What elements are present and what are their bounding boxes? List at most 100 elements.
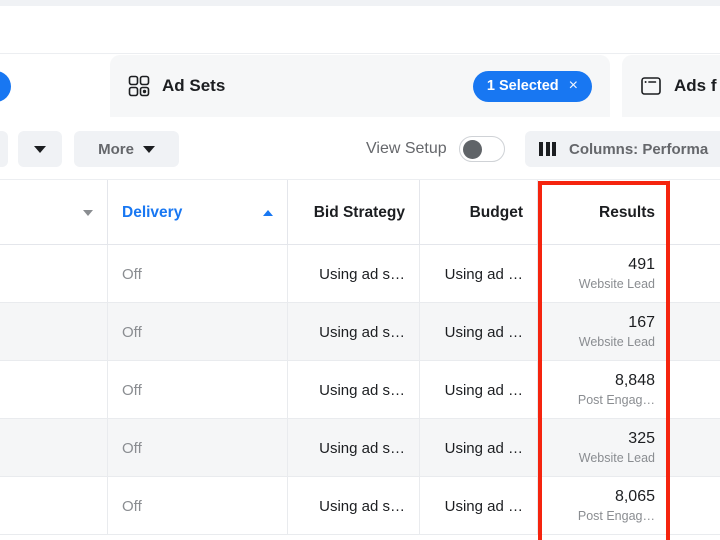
- tab-adsets-selected-pill[interactable]: 1 Selected ×: [473, 71, 592, 102]
- view-setup-control[interactable]: View Setup: [366, 131, 505, 167]
- cell-leading[interactable]: [0, 419, 108, 477]
- close-icon[interactable]: ×: [569, 78, 578, 94]
- delivery-status: Off: [122, 324, 142, 341]
- cell-delivery: Off: [108, 419, 288, 477]
- column-header-results-label: Results: [599, 204, 655, 222]
- cell-bid-strategy: Using ad s…: [288, 303, 420, 361]
- tab-ads-label: Ads f: [674, 76, 717, 96]
- tab-campaigns-selected-pill[interactable]: lected ×: [0, 71, 11, 102]
- cell-results: 8,065 Post Engag…: [538, 477, 670, 535]
- columns-button[interactable]: Columns: Performa: [525, 131, 720, 167]
- column-header-bid-strategy[interactable]: Bid Strategy: [288, 180, 420, 245]
- app-root: lected × Ad Sets 1 Selected ×: [0, 0, 720, 540]
- columns-button-label: Columns: Performa: [569, 141, 708, 158]
- delivery-status: Off: [122, 440, 142, 457]
- cell-budget: Using ad …: [420, 303, 538, 361]
- budget-value: Using ad …: [445, 440, 523, 457]
- tab-adsets-label: Ad Sets: [162, 76, 225, 96]
- cell-budget: Using ad …: [420, 245, 538, 303]
- cell-trailing: [670, 477, 720, 535]
- cell-budget: Using ad …: [420, 419, 538, 477]
- results-value: 8,848: [615, 372, 655, 390]
- cell-delivery: Off: [108, 361, 288, 419]
- budget-value: Using ad …: [445, 266, 523, 283]
- cell-bid-strategy: Using ad s…: [288, 245, 420, 303]
- entity-tab-strip: lected × Ad Sets 1 Selected ×: [0, 55, 720, 117]
- results-type: Website Lead: [579, 452, 655, 466]
- cell-trailing: 1: [670, 245, 720, 303]
- tab-adsets-pill-label: 1 Selected: [487, 78, 559, 94]
- results-value: 491: [628, 256, 655, 274]
- cell-budget: Using ad …: [420, 361, 538, 419]
- results-type: Post Engag…: [578, 394, 655, 408]
- tab-adsets[interactable]: Ad Sets 1 Selected ×: [110, 55, 610, 117]
- delivery-status: Off: [122, 498, 142, 515]
- budget-value: Using ad …: [445, 382, 523, 399]
- bid-strategy-value: Using ad s…: [319, 382, 405, 399]
- column-header-delivery[interactable]: Delivery: [108, 180, 288, 245]
- table-toolbar: More View Setup Columns: Performa: [0, 117, 720, 180]
- chevron-down-icon[interactable]: [83, 210, 93, 216]
- window-icon: [640, 75, 662, 97]
- table-row[interactable]: Off Using ad s… Using ad … 8,848 Post Engag…: [0, 361, 720, 419]
- cell-results: 167 Website Lead: [538, 303, 670, 361]
- cell-trailing: [670, 303, 720, 361]
- grid-icon: [128, 75, 150, 97]
- columns-icon: [539, 142, 556, 156]
- table-row[interactable]: Off Using ad s… Using ad … 167 Website Lead: [0, 303, 720, 361]
- bid-strategy-value: Using ad s…: [319, 266, 405, 283]
- cell-results: 491 Website Lead: [538, 245, 670, 303]
- cell-leading[interactable]: [0, 477, 108, 535]
- cell-delivery: Off: [108, 477, 288, 535]
- column-header-trailing[interactable]: [670, 180, 720, 245]
- cell-results: 325 Website Lead: [538, 419, 670, 477]
- cell-bid-strategy: Using ad s…: [288, 419, 420, 477]
- results-type: Website Lead: [579, 336, 655, 350]
- more-button[interactable]: More: [74, 131, 179, 167]
- cell-trailing: [670, 361, 720, 419]
- chevron-down-icon: [34, 146, 46, 153]
- column-header-leading[interactable]: [0, 180, 108, 245]
- sort-ascending-icon: [263, 210, 273, 216]
- cell-results: 8,848 Post Engag…: [538, 361, 670, 419]
- delivery-status: Off: [122, 382, 142, 399]
- column-header-bid-strategy-label: Bid Strategy: [314, 204, 405, 222]
- cell-leading[interactable]: [0, 303, 108, 361]
- cell-bid-strategy: Using ad s…: [288, 361, 420, 419]
- column-header-results[interactable]: Results: [538, 180, 670, 245]
- toolbar-partial-button[interactable]: [0, 131, 8, 167]
- row-divider: [0, 534, 720, 535]
- cell-leading[interactable]: [0, 245, 108, 303]
- cell-leading[interactable]: [0, 361, 108, 419]
- toolbar-dropdown-button[interactable]: [18, 131, 62, 167]
- toggle-knob: [463, 140, 482, 159]
- cell-delivery: Off: [108, 303, 288, 361]
- results-type: Post Engag…: [578, 510, 655, 524]
- bid-strategy-value: Using ad s…: [319, 498, 405, 515]
- tab-ads[interactable]: Ads f: [622, 55, 720, 117]
- cell-delivery: Off: [108, 245, 288, 303]
- data-table: Delivery Bid Strategy Budget Results Off…: [0, 180, 720, 540]
- table-row[interactable]: Off Using ad s… Using ad … 8,065 Post Engag…: [0, 477, 720, 535]
- cell-budget: Using ad …: [420, 477, 538, 535]
- table-row[interactable]: Off Using ad s… Using ad … 325 Website Lead 1: [0, 419, 720, 477]
- cell-trailing: 1: [670, 419, 720, 477]
- results-value: 167: [628, 314, 655, 332]
- delivery-status: Off: [122, 266, 142, 283]
- results-value: 325: [628, 430, 655, 448]
- view-setup-label: View Setup: [366, 140, 447, 158]
- view-setup-toggle[interactable]: [459, 136, 505, 162]
- column-header-delivery-label: Delivery: [122, 204, 182, 222]
- bid-strategy-value: Using ad s…: [319, 324, 405, 341]
- results-type: Website Lead: [579, 278, 655, 292]
- column-header-budget[interactable]: Budget: [420, 180, 538, 245]
- page-header-blank: [0, 6, 720, 54]
- bid-strategy-value: Using ad s…: [319, 440, 405, 457]
- cell-bid-strategy: Using ad s…: [288, 477, 420, 535]
- column-header-budget-label: Budget: [470, 204, 523, 222]
- table-row[interactable]: Off Using ad s… Using ad … 491 Website Lead 1: [0, 245, 720, 303]
- budget-value: Using ad …: [445, 498, 523, 515]
- tab-campaigns[interactable]: lected ×: [0, 55, 100, 117]
- table-header-row: Delivery Bid Strategy Budget Results: [0, 180, 720, 245]
- results-value: 8,065: [615, 488, 655, 506]
